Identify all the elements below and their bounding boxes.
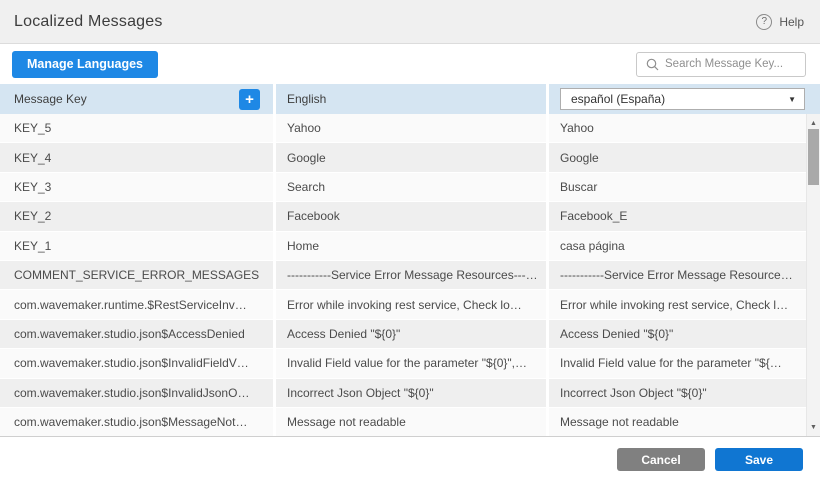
plus-icon: + bbox=[245, 91, 254, 108]
translation-cell[interactable]: Yahoo bbox=[549, 114, 806, 142]
message-key-cell[interactable]: KEY_2 bbox=[0, 202, 273, 230]
table-row: KEY_2 Facebook Facebook_E bbox=[0, 202, 806, 231]
translation-cell[interactable]: Invalid Field value for the parameter "$… bbox=[549, 349, 806, 377]
table-row: com.wavemaker.studio.json$AccessDenied A… bbox=[0, 320, 806, 349]
translation-cell[interactable]: Google bbox=[549, 143, 806, 171]
table-row: com.wavemaker.runtime.$RestServiceInv… E… bbox=[0, 290, 806, 319]
add-language-button[interactable]: + bbox=[239, 89, 260, 110]
help-button[interactable]: ? Help bbox=[756, 14, 804, 30]
language-select-value: español (España) bbox=[571, 92, 665, 106]
save-button[interactable]: Save bbox=[715, 448, 803, 471]
translation-cell[interactable]: Facebook_E bbox=[549, 202, 806, 230]
english-cell[interactable]: Message not readable bbox=[276, 408, 546, 436]
english-cell[interactable]: Invalid Field value for the parameter "$… bbox=[276, 349, 546, 377]
column-header-message-key: Message Key + bbox=[0, 84, 273, 114]
message-key-cell[interactable]: com.wavemaker.studio.json$InvalidFieldV… bbox=[0, 349, 273, 377]
scrollbar-thumb[interactable] bbox=[808, 129, 819, 185]
translation-cell[interactable]: Access Denied "${0}" bbox=[549, 320, 806, 348]
table-row: KEY_4 Google Google bbox=[0, 143, 806, 172]
language-select[interactable]: español (España) ▼ bbox=[560, 88, 805, 110]
translation-cell[interactable]: casa página bbox=[549, 232, 806, 260]
translation-cell[interactable]: Incorrect Json Object "${0}" bbox=[549, 379, 806, 407]
vertical-scrollbar[interactable]: ▲ ▼ bbox=[806, 114, 820, 437]
scroll-down-icon[interactable]: ▼ bbox=[807, 421, 820, 434]
column-header-language: español (España) ▼ bbox=[549, 84, 820, 114]
message-key-cell[interactable]: com.wavemaker.studio.json$InvalidJsonO… bbox=[0, 379, 273, 407]
table-row: KEY_5 Yahoo Yahoo bbox=[0, 114, 806, 143]
table-rows: KEY_5 Yahoo Yahoo KEY_4 Google Google KE… bbox=[0, 114, 806, 437]
english-cell[interactable]: Yahoo bbox=[276, 114, 546, 142]
english-cell[interactable]: Google bbox=[276, 143, 546, 171]
table-header: Message Key + English español (España) ▼ bbox=[0, 84, 820, 114]
translation-cell[interactable]: Message not readable bbox=[549, 408, 806, 436]
localized-messages-dialog: Localized Messages ? Help Manage Languag… bbox=[0, 0, 820, 487]
message-key-cell[interactable]: KEY_3 bbox=[0, 173, 273, 201]
english-header-label: English bbox=[287, 92, 326, 106]
chevron-down-icon: ▼ bbox=[788, 95, 796, 104]
table-row: com.wavemaker.studio.json$InvalidFieldV…… bbox=[0, 349, 806, 378]
table-row: KEY_3 Search Buscar bbox=[0, 173, 806, 202]
table-row: KEY_1 Home casa página bbox=[0, 232, 806, 261]
message-key-cell[interactable]: com.wavemaker.runtime.$RestServiceInv… bbox=[0, 290, 273, 318]
english-cell[interactable]: Access Denied "${0}" bbox=[276, 320, 546, 348]
page-title: Localized Messages bbox=[14, 13, 163, 31]
english-cell[interactable]: Home bbox=[276, 232, 546, 260]
message-key-header-label: Message Key bbox=[14, 92, 87, 106]
table-row: com.wavemaker.studio.json$MessageNot… Me… bbox=[0, 408, 806, 437]
message-key-cell[interactable]: KEY_4 bbox=[0, 143, 273, 171]
help-question-icon: ? bbox=[756, 14, 772, 30]
search-icon bbox=[646, 58, 659, 71]
manage-languages-button[interactable]: Manage Languages bbox=[12, 51, 158, 78]
english-cell[interactable]: Error while invoking rest service, Check… bbox=[276, 290, 546, 318]
english-cell[interactable]: Incorrect Json Object "${0}" bbox=[276, 379, 546, 407]
message-key-cell[interactable]: com.wavemaker.studio.json$AccessDenied bbox=[0, 320, 273, 348]
english-cell[interactable]: Facebook bbox=[276, 202, 546, 230]
table-row: COMMENT_SERVICE_ERROR_MESSAGES ---------… bbox=[0, 261, 806, 290]
toolbar: Manage Languages bbox=[0, 44, 820, 84]
cancel-button[interactable]: Cancel bbox=[617, 448, 705, 471]
translation-cell[interactable]: -----------Service Error Message Resourc… bbox=[549, 261, 806, 289]
table-row: com.wavemaker.studio.json$InvalidJsonO… … bbox=[0, 379, 806, 408]
column-header-english: English bbox=[276, 84, 546, 114]
help-label: Help bbox=[779, 15, 804, 29]
search-input[interactable] bbox=[665, 58, 805, 70]
message-key-cell[interactable]: KEY_1 bbox=[0, 232, 273, 260]
message-key-cell[interactable]: com.wavemaker.studio.json$MessageNot… bbox=[0, 408, 273, 436]
footer: Cancel Save bbox=[0, 437, 820, 487]
search-box[interactable] bbox=[636, 52, 806, 77]
english-cell[interactable]: Search bbox=[276, 173, 546, 201]
titlebar: Localized Messages ? Help bbox=[0, 0, 820, 44]
translation-cell[interactable]: Buscar bbox=[549, 173, 806, 201]
message-key-cell[interactable]: KEY_5 bbox=[0, 114, 273, 142]
message-key-cell[interactable]: COMMENT_SERVICE_ERROR_MESSAGES bbox=[0, 261, 273, 289]
translation-cell[interactable]: Error while invoking rest service, Check… bbox=[549, 290, 806, 318]
english-cell[interactable]: -----------Service Error Message Resourc… bbox=[276, 261, 546, 289]
table-body: KEY_5 Yahoo Yahoo KEY_4 Google Google KE… bbox=[0, 114, 820, 437]
